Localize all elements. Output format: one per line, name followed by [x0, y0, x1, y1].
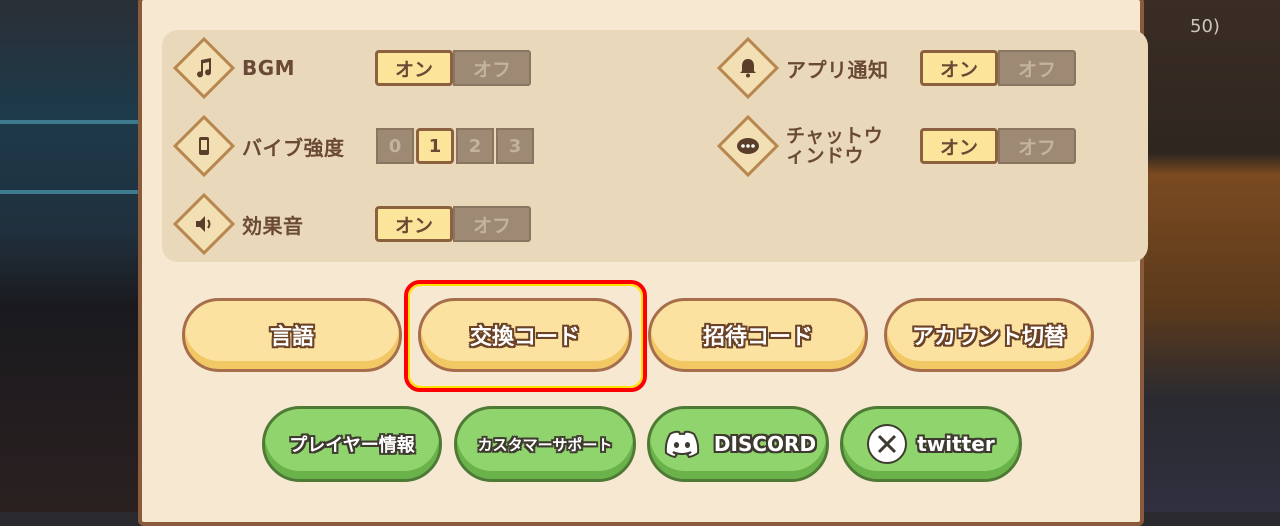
chat-bubble-icon	[716, 114, 780, 178]
speaker-icon	[172, 192, 236, 256]
sfx-on-button[interactable]: オン	[375, 206, 453, 242]
chat-setting: チャットウ ィンドウ	[716, 114, 906, 178]
discord-button[interactable]: DISCORD	[647, 406, 829, 482]
chat-toggle[interactable]: オン オフ	[920, 128, 1076, 164]
background-right: 50)	[1140, 0, 1280, 512]
bg-stat: 50)	[1190, 16, 1220, 37]
sfx-setting: 効果音	[172, 192, 304, 256]
chat-label: チャットウ ィンドウ	[786, 126, 906, 166]
chat-label-line1: チャットウ	[786, 125, 884, 147]
notify-label: アプリ通知	[786, 57, 889, 82]
bgm-off-button[interactable]: オフ	[453, 50, 531, 86]
notify-setting: アプリ通知	[716, 36, 889, 100]
bgm-label: BGM	[242, 56, 296, 80]
chat-label-line2: ィンドウ	[786, 145, 865, 167]
sfx-label: 効果音	[242, 213, 304, 238]
discord-label: DISCORD	[713, 432, 817, 456]
twitter-label: twitter	[917, 432, 995, 456]
language-button-label: 言語	[269, 325, 314, 350]
player-info-button[interactable]: プレイヤー情報	[262, 406, 442, 482]
background-left	[0, 0, 140, 512]
notify-on-button[interactable]: オン	[920, 50, 998, 86]
bg-strip	[0, 190, 140, 194]
vibe-setting: バイブ強度	[172, 114, 345, 178]
account-switch-button[interactable]: アカウント切替	[884, 298, 1094, 372]
x-logo-icon	[867, 424, 908, 464]
sfx-toggle[interactable]: オン オフ	[375, 206, 531, 242]
account-switch-button-label: アカウント切替	[911, 325, 1066, 350]
vibe-label: バイブ強度	[242, 135, 345, 160]
chat-on-button[interactable]: オン	[920, 128, 998, 164]
customer-support-button[interactable]: カスタマーサポート	[454, 406, 636, 482]
language-button[interactable]: 言語	[182, 298, 402, 372]
phone-vibrate-icon	[172, 114, 236, 178]
invite-code-button-label: 招待コード	[702, 325, 813, 350]
notify-off-button[interactable]: オフ	[998, 50, 1076, 86]
music-note-icon	[172, 36, 236, 100]
bgm-on-button[interactable]: オン	[375, 50, 453, 86]
player-info-label: プレイヤー情報	[289, 435, 415, 456]
vibe-level-2[interactable]: 2	[456, 128, 494, 164]
vibe-level-1[interactable]: 1	[416, 128, 454, 164]
bgm-setting: BGM	[172, 36, 296, 100]
vibe-level-0[interactable]: 0	[376, 128, 414, 164]
sfx-off-button[interactable]: オフ	[453, 206, 531, 242]
highlight-box-inner	[408, 284, 643, 388]
notify-toggle[interactable]: オン オフ	[920, 50, 1076, 86]
invite-code-button[interactable]: 招待コード	[648, 298, 868, 372]
twitter-button[interactable]: twitter	[840, 406, 1022, 482]
bgm-toggle[interactable]: オン オフ	[375, 50, 531, 86]
vibe-level-selector[interactable]: 0 1 2 3	[376, 128, 534, 164]
bell-icon	[716, 36, 780, 100]
customer-support-label: カスタマーサポート	[477, 435, 613, 454]
vibe-level-3[interactable]: 3	[496, 128, 534, 164]
discord-icon	[660, 424, 704, 464]
bg-strip	[0, 120, 140, 124]
chat-off-button[interactable]: オフ	[998, 128, 1076, 164]
